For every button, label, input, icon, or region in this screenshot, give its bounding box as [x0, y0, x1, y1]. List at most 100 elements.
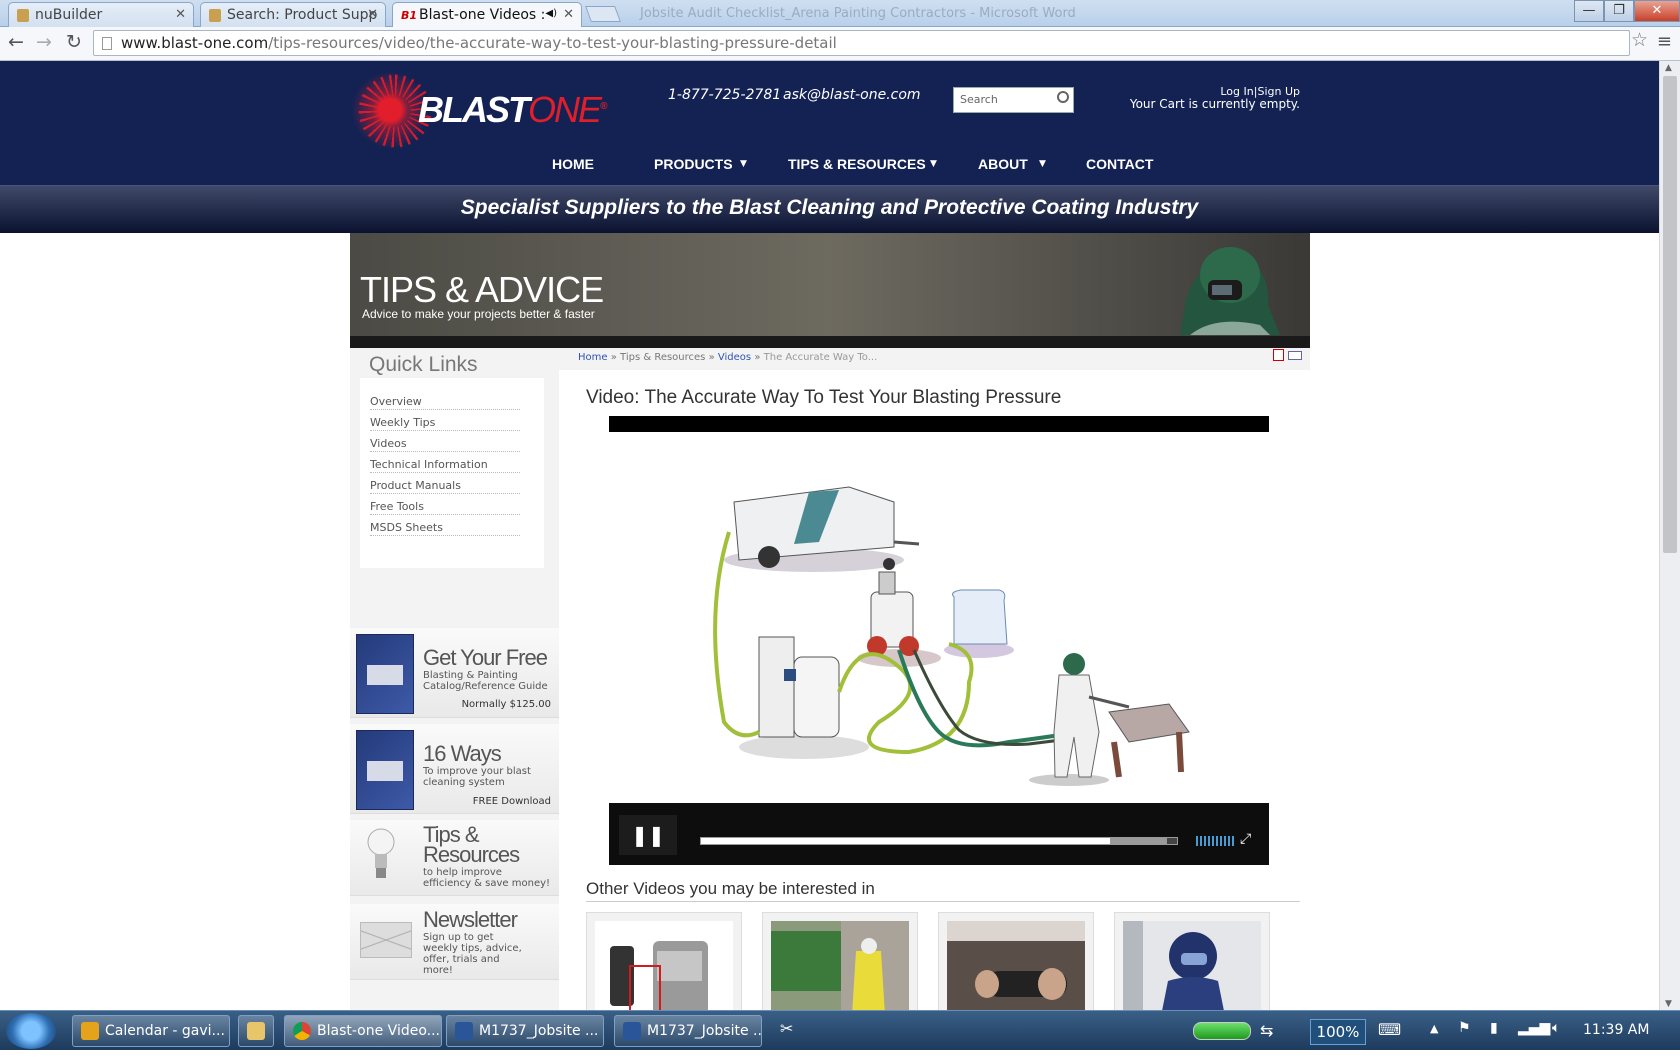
scroll-up-arrow-icon[interactable]: ▲: [1665, 63, 1672, 73]
taskbar-item-word-1[interactable]: M1737_Jobsite ...: [446, 1015, 604, 1047]
taskbar-label: M1737_Jobsite ...: [647, 1023, 762, 1039]
tab-nubuilder[interactable]: nuBuilder ✕: [8, 2, 194, 27]
email-link[interactable]: ask@blast-one.com: [783, 87, 921, 103]
breadcrumb-home[interactable]: Home: [578, 352, 608, 363]
related-video-thumbnail[interactable]: [1114, 912, 1270, 1010]
quick-links-title: Quick Links: [369, 353, 478, 376]
forward-arrow-icon[interactable]: →: [32, 31, 56, 53]
taskbar-item-word-2[interactable]: M1737_Jobsite ...: [614, 1015, 762, 1047]
audio-playing-icon: ◀): [545, 8, 557, 19]
quick-link-technical-information[interactable]: Technical Information: [370, 458, 520, 473]
snipping-tool-icon[interactable]: ✂: [780, 1019, 793, 1059]
video-letterbox: [609, 416, 1269, 432]
quick-link-product-manuals[interactable]: Product Manuals: [370, 479, 520, 494]
about-dropdown-icon[interactable]: ▼: [1039, 159, 1046, 169]
nav-products[interactable]: PRODUCTS: [654, 156, 733, 172]
breadcrumb-separator: »: [708, 352, 715, 363]
tab-blast-one-videos[interactable]: B1 Blast-one Videos : ◀) ✕: [392, 2, 582, 27]
new-tab-button[interactable]: [585, 6, 621, 22]
site-search-input[interactable]: Search: [953, 87, 1074, 113]
scroll-down-arrow-icon[interactable]: ▼: [1665, 999, 1672, 1009]
breadcrumb-videos[interactable]: Videos: [718, 352, 751, 363]
lightbulb-icon: [367, 828, 395, 878]
vertical-scrollbar[interactable]: ▲ ▼: [1659, 61, 1680, 1010]
quick-link-videos[interactable]: Videos: [370, 437, 520, 452]
products-dropdown-icon[interactable]: ▼: [740, 159, 747, 169]
promo-newsletter[interactable]: Newsletter Sign up to get weekly tips, a…: [350, 904, 559, 980]
back-arrow-icon[interactable]: ←: [4, 31, 28, 53]
reload-icon[interactable]: ↻: [62, 31, 86, 53]
quick-link-overview[interactable]: Overview: [370, 395, 520, 410]
bookmark-star-icon[interactable]: ☆: [1631, 29, 1648, 51]
network-signal-icon[interactable]: ▂▄▆: [1518, 1020, 1550, 1060]
network-share-icon[interactable]: ⇆: [1260, 1021, 1273, 1061]
tips-dropdown-icon[interactable]: ▼: [930, 159, 937, 169]
cart-status: Your Cart is currently empty.: [1129, 97, 1300, 111]
power-icon[interactable]: ▮: [1490, 1020, 1498, 1060]
minimize-button[interactable]: —: [1574, 0, 1604, 22]
blast-helmet-image: [1180, 247, 1280, 335]
show-hidden-icons[interactable]: ▲: [1430, 1022, 1438, 1062]
window-close-button[interactable]: ✕: [1634, 0, 1680, 22]
blast-valve-image: [595, 921, 733, 1010]
promo-free-catalog[interactable]: Get Your Free Blasting & Painting Catalo…: [350, 628, 559, 718]
close-tab-icon[interactable]: ✕: [563, 7, 574, 22]
keyboard-icon[interactable]: ⌨: [1378, 1020, 1401, 1060]
start-button[interactable]: [6, 1013, 56, 1049]
nav-tips-resources[interactable]: TIPS & RESOURCES: [788, 156, 926, 172]
address-bar[interactable]: www.blast-one.com/tips-resources/video/t…: [93, 30, 1630, 56]
taskbar-label: Blast-one Video...: [317, 1023, 440, 1039]
outlook-icon: [81, 1022, 99, 1040]
volume-slider[interactable]: [1196, 836, 1236, 846]
quick-link-weekly-tips[interactable]: Weekly Tips: [370, 416, 520, 431]
breadcrumb: Home » Tips & Resources » Videos » The A…: [578, 352, 877, 363]
nav-contact[interactable]: CONTACT: [1086, 156, 1153, 172]
browser-toolbar: ← → ↻ www.blast-one.com/tips-resources/v…: [0, 27, 1680, 61]
breadcrumb-current: The Accurate Way To...: [763, 352, 878, 363]
nav-home[interactable]: HOME: [552, 156, 594, 172]
promo-subtext: Blasting & Painting Catalog/Reference Gu…: [423, 670, 548, 692]
tab-search-product-supp[interactable]: Search: Product Supp ✕: [200, 2, 386, 27]
windows-taskbar: Calendar - gavi... Blast-one Video... M1…: [0, 1010, 1680, 1050]
zoom-level[interactable]: 100%: [1310, 1019, 1366, 1045]
promo-16-ways[interactable]: 16 Ways To improve your blast cleaning s…: [350, 724, 559, 814]
taskbar-label: Calendar - gavi...: [105, 1023, 225, 1039]
phone-number[interactable]: 1-877-725-2781: [668, 87, 781, 103]
video-progress-bar[interactable]: [700, 837, 1178, 845]
nav-about[interactable]: ABOUT: [978, 156, 1028, 172]
email-page-icon[interactable]: [1288, 351, 1302, 360]
system-clock[interactable]: 11:39 AM: [1583, 1022, 1649, 1038]
fullscreen-icon[interactable]: ⤢: [1240, 831, 1251, 847]
promo-tips-resources[interactable]: Tips & Resources to help improve efficie…: [350, 820, 559, 896]
volume-icon[interactable]: 🔈︎: [1552, 1020, 1560, 1060]
related-video-thumbnail[interactable]: [938, 912, 1094, 1010]
main-navigation: HOME PRODUCTS ▼ TIPS & RESOURCES ▼ ABOUT…: [0, 156, 1659, 186]
taskbar-item-explorer[interactable]: [238, 1015, 274, 1047]
site-tagline: Specialist Suppliers to the Blast Cleani…: [460, 196, 1199, 219]
search-icon[interactable]: [1057, 91, 1069, 103]
quick-link-msds-sheets[interactable]: MSDS Sheets: [370, 521, 520, 536]
main-content: Home » Tips & Resources » Videos » The A…: [559, 348, 1310, 1010]
taskbar-item-chrome[interactable]: Blast-one Video...: [284, 1015, 442, 1047]
pdf-icon[interactable]: [1273, 349, 1284, 361]
browser-menu-icon[interactable]: ≡: [1657, 31, 1672, 52]
scrollbar-thumb[interactable]: [1663, 76, 1677, 553]
pause-button[interactable]: ❚❚: [619, 815, 677, 855]
related-video-thumbnail[interactable]: [586, 912, 742, 1010]
maximize-button[interactable]: ❐: [1604, 0, 1634, 22]
taskbar-item-outlook-calendar[interactable]: Calendar - gavi...: [72, 1015, 230, 1047]
related-video-thumbnail[interactable]: [762, 912, 918, 1010]
account-area: Log In|Sign Up Your Cart is currently em…: [1129, 85, 1300, 111]
section-divider: [586, 901, 1300, 902]
site-header: BLASTONE® 1-877-725-2781 ask@blast-one.c…: [0, 61, 1659, 185]
report-cover-image: [356, 730, 414, 810]
quick-link-free-tools[interactable]: Free Tools: [370, 500, 520, 515]
breadcrumb-tips-resources[interactable]: Tips & Resources: [620, 352, 705, 363]
blast-one-logo[interactable]: BLASTONE®: [418, 89, 608, 131]
search-placeholder: Search: [960, 93, 998, 106]
action-center-flag-icon[interactable]: ⚑: [1458, 1020, 1471, 1060]
close-tab-icon[interactable]: ✕: [175, 7, 186, 22]
video-player[interactable]: ❚❚ ⤢: [609, 416, 1269, 865]
close-tab-icon[interactable]: ✕: [367, 7, 378, 22]
battery-indicator-icon: [1193, 1022, 1251, 1040]
